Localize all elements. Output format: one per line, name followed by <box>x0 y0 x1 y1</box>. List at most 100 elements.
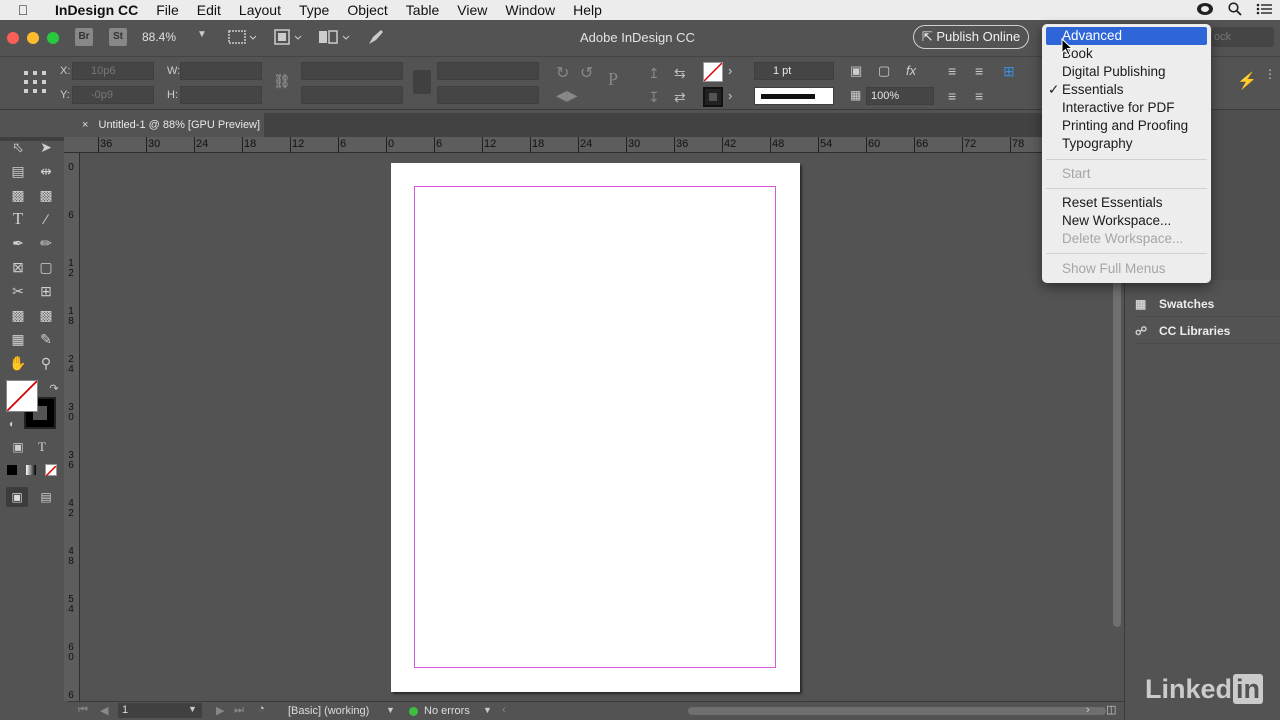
flip-horizontal-icon[interactable]: ◀▶ <box>556 87 578 104</box>
notification-center-icon[interactable] <box>1256 2 1272 18</box>
menu-type[interactable]: Type <box>290 0 338 20</box>
page-tool-icon[interactable]: ▤ <box>8 161 28 181</box>
normal-view-mode-icon[interactable]: ▣ <box>6 487 28 507</box>
document-tab[interactable]: × Untitled-1 @ 88% [GPU Preview] <box>68 113 264 137</box>
fill-swatch[interactable] <box>703 62 723 82</box>
preflight-errors[interactable]: No errors <box>424 705 470 717</box>
workspace-essentials[interactable]: ✓ Essentials <box>1046 81 1207 99</box>
close-tab-icon[interactable]: × <box>82 119 88 131</box>
effects-fx-icon[interactable]: fx <box>906 63 916 78</box>
menu-window[interactable]: Window <box>496 0 564 20</box>
split-layout-icon[interactable]: ◫ <box>1106 703 1116 716</box>
rectangle-frame-tool-icon[interactable]: ⊠ <box>8 257 28 277</box>
drop-shadow-icon[interactable]: ▢ <box>878 63 890 79</box>
scroll-left-icon[interactable]: ‹ <box>502 704 506 716</box>
gap-tool-icon[interactable]: ⇹ <box>36 161 56 181</box>
scale-y-field[interactable] <box>301 86 403 104</box>
eyedropper-tool-icon[interactable]: ✎ <box>36 329 56 349</box>
rectangle-tool-icon[interactable]: ▢ <box>36 257 56 277</box>
apply-none-icon[interactable] <box>45 464 57 477</box>
zoom-level[interactable]: 88.4% <box>142 30 176 44</box>
preflight-profile[interactable]: [Basic] (working) <box>288 705 369 717</box>
distribute-icon[interactable]: ≡ <box>975 88 983 104</box>
horizontal-ruler[interactable]: 36 30 24 18 12 6 0 6 12 18 24 30 36 42 48 54 60 66 72 78 <box>68 137 1110 153</box>
stroke-type-select[interactable] <box>754 87 834 105</box>
reference-point-icon[interactable] <box>22 69 48 98</box>
width-field[interactable] <box>180 62 262 80</box>
gradient-feather-tool-icon[interactable]: ▩ <box>36 305 56 325</box>
pencil-tool-icon[interactable]: ✏ <box>36 233 56 253</box>
zoom-tool-icon[interactable]: ⚲ <box>36 353 56 373</box>
line-tool-icon[interactable]: ∕ <box>36 209 56 229</box>
first-page-icon[interactable]: ⏮ <box>78 704 88 717</box>
formatting-text-icon[interactable]: T <box>32 437 52 457</box>
default-fill-stroke-icon[interactable]: ◐ <box>2 415 22 435</box>
menu-object[interactable]: Object <box>338 0 396 20</box>
scissors-tool-icon[interactable]: ✂ <box>8 281 28 301</box>
errors-chevron-down-icon[interactable]: ▼ <box>483 705 492 715</box>
shear-angle-field[interactable] <box>437 86 539 104</box>
fitting-icon[interactable]: ▣ <box>850 63 862 79</box>
scroll-right-icon[interactable]: › <box>1086 704 1090 716</box>
x-field[interactable]: 10p6 <box>72 62 154 80</box>
menu-view[interactable]: View <box>448 0 496 20</box>
minimize-window-button[interactable] <box>27 32 39 44</box>
page-chevron-down-icon[interactable]: ▼ <box>188 704 197 714</box>
gradient-swatch-tool-icon[interactable]: ▩ <box>8 305 28 325</box>
formatting-container-icon[interactable]: ▣ <box>8 437 28 457</box>
menu-table[interactable]: Table <box>397 0 448 20</box>
direct-selection-tool-icon[interactable]: ➤ <box>36 137 56 157</box>
profile-chevron-down-icon[interactable]: ▼ <box>386 705 395 715</box>
creative-cloud-icon[interactable] <box>1196 2 1214 19</box>
selection-tool-icon[interactable]: ⬁ <box>8 137 28 157</box>
opacity-field[interactable]: 100% <box>866 87 934 105</box>
fill-chevron-right-icon[interactable]: › <box>728 63 732 78</box>
menu-app[interactable]: InDesign CC <box>46 0 147 20</box>
content-placer-icon[interactable]: ▩ <box>36 185 56 205</box>
spotlight-search-icon[interactable] <box>1228 1 1242 19</box>
apple-icon[interactable]:  <box>0 2 46 18</box>
panel-options-icon[interactable]: ⋮ <box>1264 67 1276 81</box>
new-workspace[interactable]: New Workspace... <box>1046 212 1207 230</box>
menu-help[interactable]: Help <box>564 0 611 20</box>
stroke-chevron-right-icon[interactable]: › <box>728 88 732 103</box>
align-middle-icon[interactable]: ≡ <box>948 88 956 104</box>
open-page-icon[interactable]: ◔ <box>258 703 265 715</box>
align-left-icon[interactable]: ≡ <box>948 63 956 79</box>
screen-mode-preview-icon[interactable]: ▤ <box>36 487 56 507</box>
close-window-button[interactable] <box>7 32 19 44</box>
apply-gradient-icon[interactable] <box>26 465 36 475</box>
constrain-scale-icon[interactable] <box>413 70 431 94</box>
zoom-chevron-down-icon[interactable]: ▼ <box>197 29 207 40</box>
select-next-icon[interactable]: ⇆ <box>674 65 686 82</box>
auto-fit-icon[interactable]: ⊞ <box>1003 63 1015 80</box>
bridge-button[interactable]: Br <box>75 28 93 46</box>
view-options-icon[interactable] <box>228 28 258 49</box>
content-collector-icon[interactable]: ▩ <box>8 185 28 205</box>
constrain-proportions-icon[interactable]: ⛓ <box>273 73 291 90</box>
rotate-ccw-icon[interactable]: ↺ <box>580 63 593 83</box>
reset-essentials[interactable]: Reset Essentials <box>1046 194 1207 212</box>
stock-button[interactable]: St <box>109 28 127 46</box>
document-page[interactable] <box>391 163 800 692</box>
publish-rocket-icon[interactable] <box>366 27 386 50</box>
workspace-digital-publishing[interactable]: Digital Publishing <box>1046 63 1207 81</box>
note-tool-icon[interactable]: ▦ <box>8 329 28 349</box>
stroke-swatch[interactable] <box>703 87 723 107</box>
zoom-window-button[interactable] <box>47 32 59 44</box>
next-page-icon[interactable]: ▶ <box>216 704 224 717</box>
workspace-printing-proofing[interactable]: Printing and Proofing <box>1046 117 1207 135</box>
rotate-cw-icon[interactable]: ↻ <box>556 63 569 83</box>
publish-online-button[interactable]: ⇱ Publish Online <box>913 25 1029 49</box>
workspace-interactive-pdf[interactable]: Interactive for PDF <box>1046 99 1207 117</box>
pen-tool-icon[interactable]: ✒ <box>8 233 28 253</box>
stroke-weight-field[interactable]: 1 pt <box>754 62 834 80</box>
select-previous-icon[interactable]: ⇄ <box>674 89 686 106</box>
select-content-icon[interactable]: ↧ <box>648 89 660 106</box>
text-frame-icon[interactable]: P <box>608 69 618 90</box>
rotation-angle-field[interactable] <box>437 62 539 80</box>
apply-color-icon[interactable] <box>7 465 17 475</box>
scale-x-field[interactable] <box>301 62 403 80</box>
last-page-icon[interactable]: ⏭ <box>234 704 244 717</box>
swatches-panel-item[interactable]: ▦ Swatches <box>1135 291 1280 317</box>
